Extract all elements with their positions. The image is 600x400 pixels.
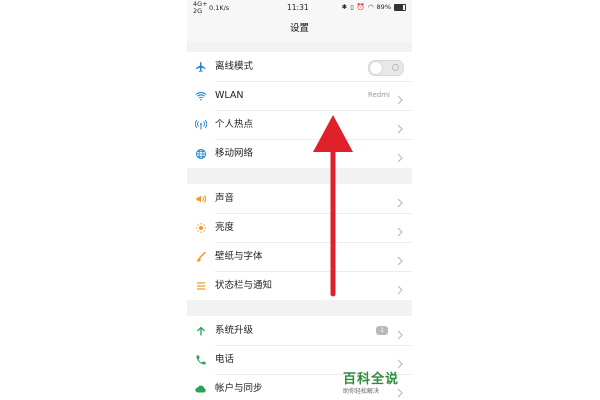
- swipe-up-arrow-annotation: [313, 115, 353, 297]
- watermark-sub: 助你轻松解决: [343, 388, 380, 395]
- watermark-main: 百科全说: [343, 372, 400, 387]
- watermark: 百科全说 助你轻松解决: [343, 368, 413, 398]
